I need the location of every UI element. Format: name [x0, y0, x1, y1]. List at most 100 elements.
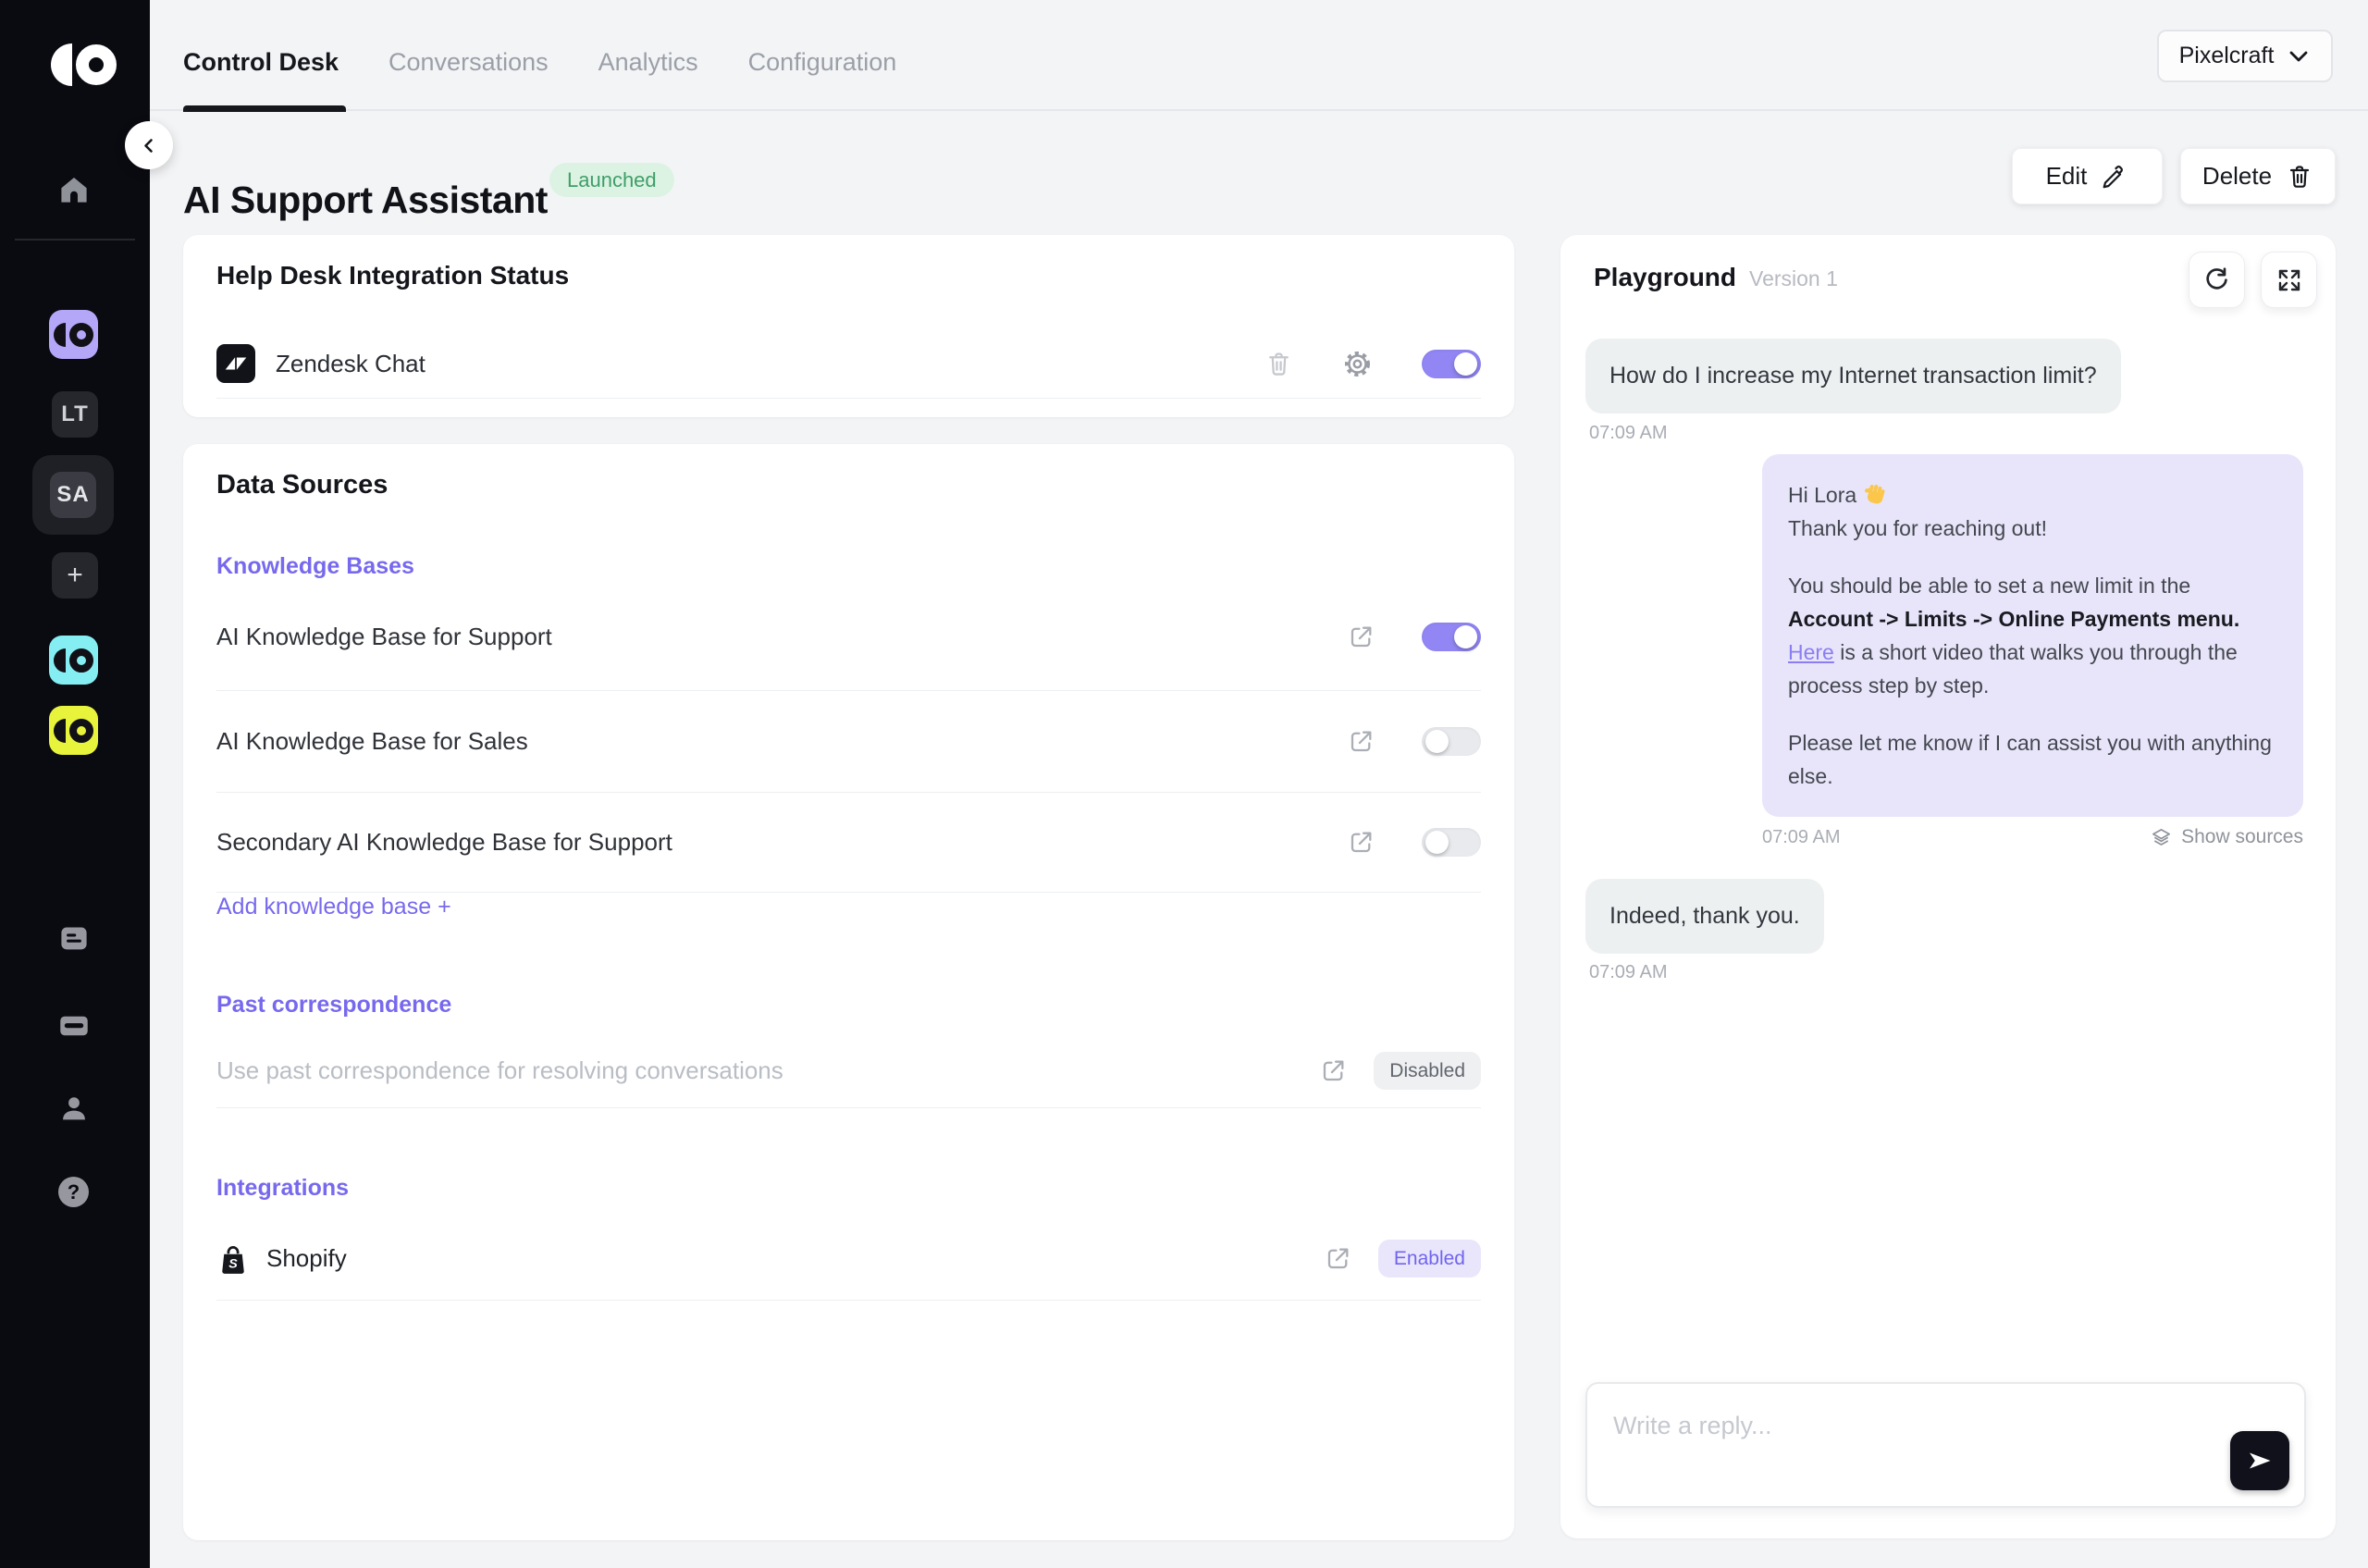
knowledge-base-row: AI Knowledge Base for Support — [216, 583, 1481, 690]
send-button[interactable] — [2230, 1431, 2289, 1490]
knowledge-base-label: AI Knowledge Base for Sales — [216, 727, 528, 756]
reply-composer — [1585, 1382, 2306, 1508]
notes-icon[interactable] — [58, 923, 90, 955]
refresh-icon — [2202, 265, 2231, 294]
add-knowledge-base-link[interactable]: Add knowledge base + — [216, 894, 451, 920]
integration-controls — [1264, 349, 1481, 379]
edit-button-label: Edit — [2046, 162, 2088, 191]
toggle-knob — [1454, 352, 1477, 376]
zendesk-icon — [216, 344, 255, 383]
help-icon[interactable]: ? — [58, 1177, 89, 1207]
show-sources-button[interactable]: Show sources — [2151, 826, 2303, 848]
zendesk-toggle[interactable] — [1422, 350, 1481, 378]
external-link-icon[interactable] — [1347, 828, 1375, 857]
status-badge-label: Launched — [567, 168, 657, 192]
collapse-sidebar-button[interactable] — [125, 121, 173, 169]
knowledge-base-toggle[interactable] — [1422, 828, 1481, 857]
add-workspace-button[interactable]: + — [52, 552, 98, 599]
assistant-line2: Thank you for reaching out! — [1788, 516, 2047, 540]
message-timestamp: 07:09 AM — [1589, 423, 2306, 444]
workspace-sa-tile: SA — [50, 472, 96, 518]
message-timestamp: 07:09 AM — [1762, 827, 1841, 848]
pencil-icon — [2101, 163, 2128, 191]
past-correspondence-row: Use past correspondence for resolving co… — [216, 1034, 1481, 1107]
assistant-message: Hi Lora Thank you for reaching out! You … — [1762, 454, 2303, 848]
chat-transcript: How do I increase my Internet transactio… — [1585, 339, 2306, 983]
integration-label: Shopify — [266, 1244, 347, 1273]
home-icon[interactable] — [58, 174, 90, 205]
knowledge-bases-heading: Knowledge Bases — [216, 553, 414, 580]
chevron-down-icon — [2287, 45, 2311, 68]
tab-analytics[interactable]: Analytics — [598, 48, 698, 77]
org-switcher-label: Pixelcraft — [2179, 43, 2275, 69]
external-link-icon[interactable] — [1319, 1056, 1348, 1085]
data-sources-title: Data Sources — [216, 470, 388, 500]
row-divider — [216, 398, 1481, 399]
knowledge-base-toggle[interactable] — [1422, 623, 1481, 651]
svg-text:S: S — [228, 1256, 238, 1271]
external-link-icon[interactable] — [1347, 727, 1375, 756]
workspace-logo-icon — [54, 323, 93, 347]
row-divider — [216, 1300, 1481, 1301]
toggle-knob — [1425, 831, 1449, 854]
workspace-sa-label: SA — [56, 482, 89, 508]
profile-icon[interactable] — [58, 1093, 90, 1125]
app-root: LT SA + ? Co — [0, 0, 2368, 1568]
org-switcher-button[interactable]: Pixelcraft — [2157, 30, 2333, 82]
workspace-item-yellow[interactable] — [49, 706, 98, 755]
help-desk-card: Help Desk Integration Status Zendesk Cha… — [183, 235, 1514, 417]
trash-icon[interactable] — [1264, 350, 1293, 378]
workspace-item-purple[interactable] — [49, 310, 98, 359]
sidebar-divider — [15, 239, 135, 241]
app-logo — [51, 43, 117, 86]
row-divider — [216, 892, 1481, 893]
reply-input[interactable] — [1587, 1384, 2304, 1506]
workspace-item-cyan[interactable] — [49, 636, 98, 685]
plus-icon: + — [67, 560, 83, 591]
chevron-left-icon — [140, 136, 158, 155]
here-link[interactable]: Here — [1788, 640, 1834, 664]
tab-conversations[interactable]: Conversations — [388, 48, 549, 77]
message-timestamp: 07:09 AM — [1589, 962, 2306, 983]
playground-title: Playground — [1594, 263, 1736, 292]
external-link-icon[interactable] — [1347, 623, 1375, 651]
workspace-logo-icon — [54, 648, 93, 673]
toggle-knob — [1425, 730, 1449, 753]
zendesk-integration-row: Zendesk Chat — [216, 331, 1481, 396]
knowledge-base-row: AI Knowledge Base for Sales — [216, 690, 1481, 792]
tabbar-divider — [150, 109, 2368, 111]
knowledge-base-toggle[interactable] — [1422, 727, 1481, 756]
integrations-heading: Integrations — [216, 1175, 349, 1202]
integration-name: Zendesk Chat — [276, 350, 426, 378]
billing-card-icon[interactable] — [58, 1010, 90, 1042]
edit-button[interactable]: Edit — [2012, 148, 2163, 204]
workspace-item-sa-active[interactable]: SA — [32, 455, 114, 535]
assistant-paragraph: You should be able to set a new limit in… — [1788, 569, 2277, 702]
workspace-lt-label: LT — [61, 401, 89, 427]
shopify-integration-row: S Shopify Enabled — [216, 1217, 1481, 1300]
assistant-message-bubble: Hi Lora Thank you for reaching out! You … — [1762, 454, 2303, 817]
playground-version: Version 1 — [1749, 266, 1838, 291]
delete-button[interactable]: Delete — [2180, 148, 2336, 204]
row-divider — [216, 1107, 1481, 1108]
status-badge: Launched — [549, 163, 674, 197]
tab-configuration[interactable]: Configuration — [748, 48, 897, 77]
knowledge-base-label: Secondary AI Knowledge Base for Support — [216, 828, 672, 857]
delete-button-label: Delete — [2202, 162, 2272, 191]
tab-control-desk[interactable]: Control Desk — [183, 48, 339, 77]
send-icon — [2246, 1447, 2274, 1475]
gear-icon[interactable] — [1342, 349, 1373, 379]
refresh-button[interactable] — [2189, 252, 2245, 308]
expand-button[interactable] — [2261, 252, 2317, 308]
assistant-greeting: Hi Lora — [1788, 483, 1863, 507]
workspace-item-lt[interactable]: LT — [52, 391, 98, 438]
expand-icon — [2276, 266, 2303, 294]
external-link-icon[interactable] — [1324, 1244, 1352, 1273]
page-title: AI Support Assistant — [183, 179, 548, 222]
assistant-message-meta: 07:09 AM Show sources — [1762, 826, 2303, 848]
knowledge-base-label: AI Knowledge Base for Support — [216, 623, 552, 651]
logo-icon — [51, 43, 117, 86]
assistant-paragraph: Please let me know if I can assist you w… — [1788, 726, 2277, 793]
past-correspondence-heading: Past correspondence — [216, 992, 451, 1019]
main-tabs: Control Desk Conversations Analytics Con… — [183, 48, 896, 77]
